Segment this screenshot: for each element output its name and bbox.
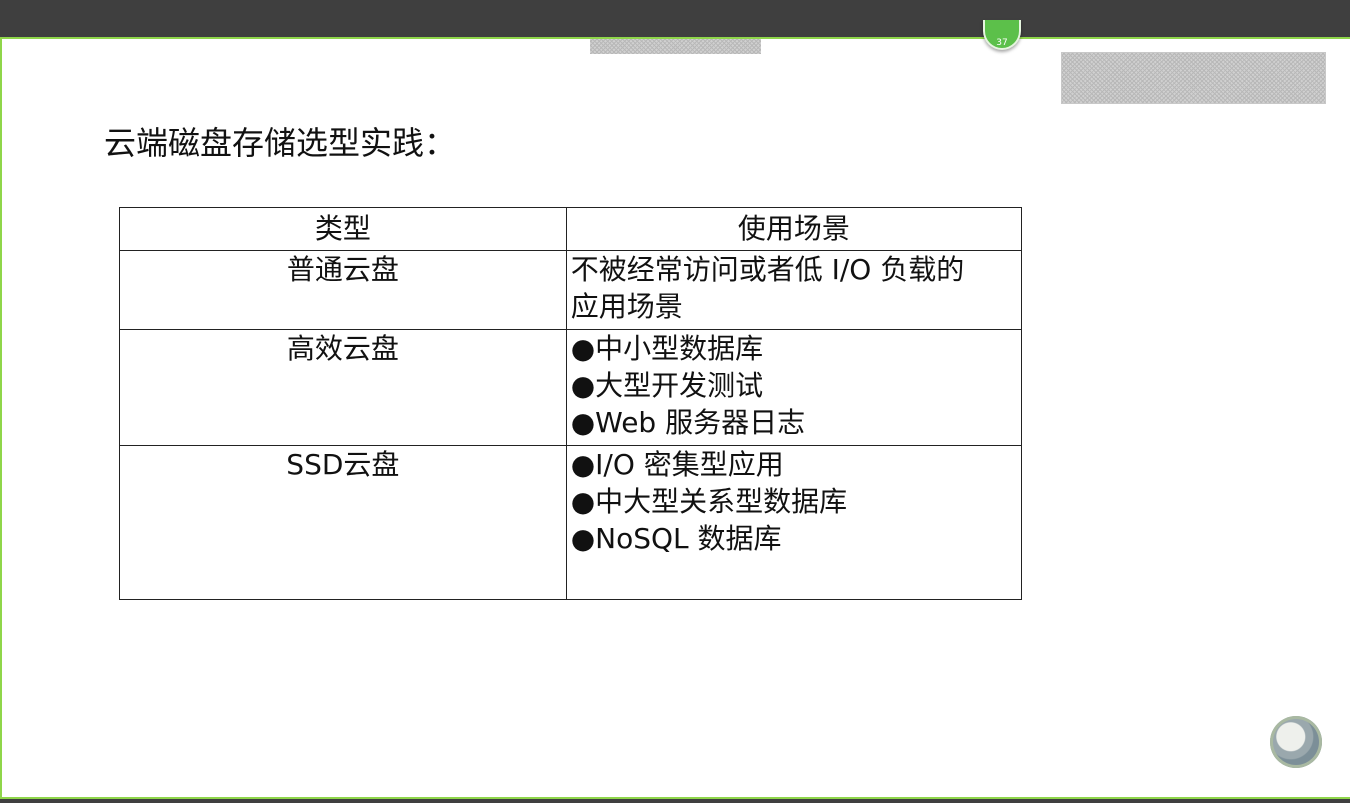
type-cell: 高效云盘 [119, 329, 567, 446]
redacted-header-block [590, 39, 761, 54]
scenario-bullet: ●中小型数据库 [570, 332, 764, 365]
scenario-line: 应用场景 [570, 290, 683, 323]
left-accent-edge [0, 37, 2, 797]
redacted-logo-block [1061, 52, 1326, 104]
header-cell-type: 类型 [119, 207, 567, 251]
navigation-orb-icon[interactable] [1270, 716, 1322, 768]
type-label: 高效云盘 [286, 332, 399, 365]
scenario-bullet: ●中大型关系型数据库 [570, 485, 848, 518]
scenario-cell: 不被经常访问或者低 I/O 负载的 应用场景 [565, 250, 1023, 330]
bottom-bar [0, 797, 1350, 803]
scenario-bullet: ●大型开发测试 [570, 369, 764, 402]
table-row: 普通云盘 不被经常访问或者低 I/O 负载的 应用场景 [119, 250, 1023, 330]
page-number: 37 [996, 38, 1008, 48]
page-number-badge: 37 [983, 20, 1021, 50]
header-scenario-label: 使用场景 [737, 212, 850, 245]
header-type-label: 类型 [314, 212, 371, 245]
type-cell: 普通云盘 [119, 250, 567, 330]
scenario-cell: ●I/O 密集型应用 ●中大型关系型数据库 ●NoSQL 数据库 [565, 445, 1023, 600]
top-bar [0, 0, 1350, 37]
type-cell: SSD云盘 [119, 445, 567, 600]
header-cell-scenario: 使用场景 [565, 207, 1023, 251]
scenario-bullet: ●NoSQL 数据库 [570, 522, 782, 555]
scenario-line: 不被经常访问或者低 I/O 负载的 [570, 253, 965, 286]
type-label: 普通云盘 [286, 253, 399, 286]
scenario-bullet: ●Web 服务器日志 [570, 406, 806, 439]
slide-title: 云端磁盘存储选型实践： [104, 124, 457, 162]
table-header-row: 类型 使用场景 [119, 207, 1023, 251]
scenario-bullet: ●I/O 密集型应用 [570, 448, 784, 481]
scenario-cell: ●中小型数据库 ●大型开发测试 ●Web 服务器日志 [565, 329, 1023, 446]
type-label: SSD云盘 [286, 448, 400, 481]
table-row: SSD云盘 ●I/O 密集型应用 ●中大型关系型数据库 ●NoSQL 数据库 [119, 445, 1023, 600]
table-row: 高效云盘 ●中小型数据库 ●大型开发测试 ●Web 服务器日志 [119, 329, 1023, 446]
disk-type-table: 类型 使用场景 普通云盘 不被经常访问或者低 I/O 负载的 应用场景 高效云盘… [119, 207, 1023, 600]
